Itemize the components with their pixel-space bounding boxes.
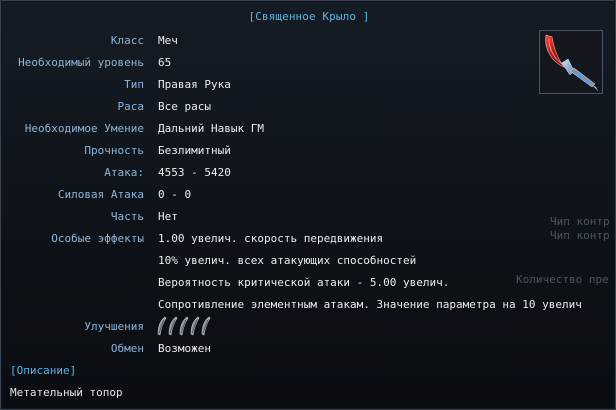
upgrade-slots [156,315,211,337]
effect-line: 10% увелич. всех атакующих способностей [158,254,417,267]
description-header: [Описание] [10,364,77,377]
effect-line: 1.00 увелич. скорость передвижения [158,232,384,245]
exchange-row: Обмен Возможен [1,340,616,358]
attribute-label: Раса [117,100,145,113]
attribute-label: Улучшения [84,320,144,333]
attribute-label: Прочность [84,144,144,157]
attribute-value: Нет [158,210,178,223]
attribute-label: Необходимый уровень [18,56,144,69]
attribute-row-required-level: Необходимый уровень 65 [1,54,616,72]
upgrades-row: Улучшения [1,315,616,337]
attribute-label: Класс [110,34,144,47]
description-text: Метательный топор [10,386,123,399]
attribute-value: 65 [158,56,172,69]
feather-gem-icon [201,316,211,336]
attribute-value: Правая Рука [158,78,231,91]
attribute-label: Атака: [104,166,144,179]
attribute-value: Безлимитный [158,144,231,157]
item-tooltip-panel: [Священное Крыло ] Чип контр Чип контр К… [0,0,616,410]
attribute-value: Возможен [158,342,211,355]
feather-gem-icon [190,316,200,336]
attribute-value: Все расы [158,100,211,113]
feather-gem-icon [179,316,189,336]
attribute-label: Часть [110,210,144,223]
attribute-row-type: Тип Правая Рука [1,76,616,94]
attribute-label: Необходимое Умение [24,122,144,135]
attribute-row-durability: Прочность Безлимитный [1,142,616,160]
attribute-label: Тип [124,78,144,91]
attribute-label: Особые эффекты [51,232,144,245]
effect-line: Сопротивление элементным атакам. Значени… [158,298,582,311]
feather-gem-icon [157,316,167,336]
attribute-row-power-attack: Силовая Атака 0 - 0 [1,186,616,204]
attribute-row-attack: Атака: 4553 - 5420 [1,164,616,182]
attribute-value: Дальний Навык ГМ [158,122,264,135]
attribute-label: Силовая Атака [57,188,144,201]
attribute-value: 0 - 0 [158,188,192,201]
special-effects-row: 10% увелич. всех атакующих способностей [1,252,616,270]
attribute-row-race: Раса Все расы [1,98,616,116]
item-title: [Священное Крыло ] [248,10,370,23]
attribute-row-part: Часть Нет [1,208,616,226]
attribute-row-class: Класс Меч [1,32,616,50]
special-effects-row: Особые эффекты 1.00 увелич. скорость пер… [1,230,616,248]
special-effects-row: Вероятность критической атаки - 5.00 уве… [1,274,616,292]
attribute-label: Обмен [110,342,144,355]
feather-gem-icon [168,316,178,336]
attribute-value: Меч [158,34,178,47]
attribute-value: 4553 - 5420 [158,166,231,179]
attribute-row-required-skill: Необходимое Умение Дальний Навык ГМ [1,120,616,138]
special-effects-row: Сопротивление элементным атакам. Значени… [1,296,616,314]
effect-line: Вероятность критической атаки - 5.00 уве… [158,276,450,289]
